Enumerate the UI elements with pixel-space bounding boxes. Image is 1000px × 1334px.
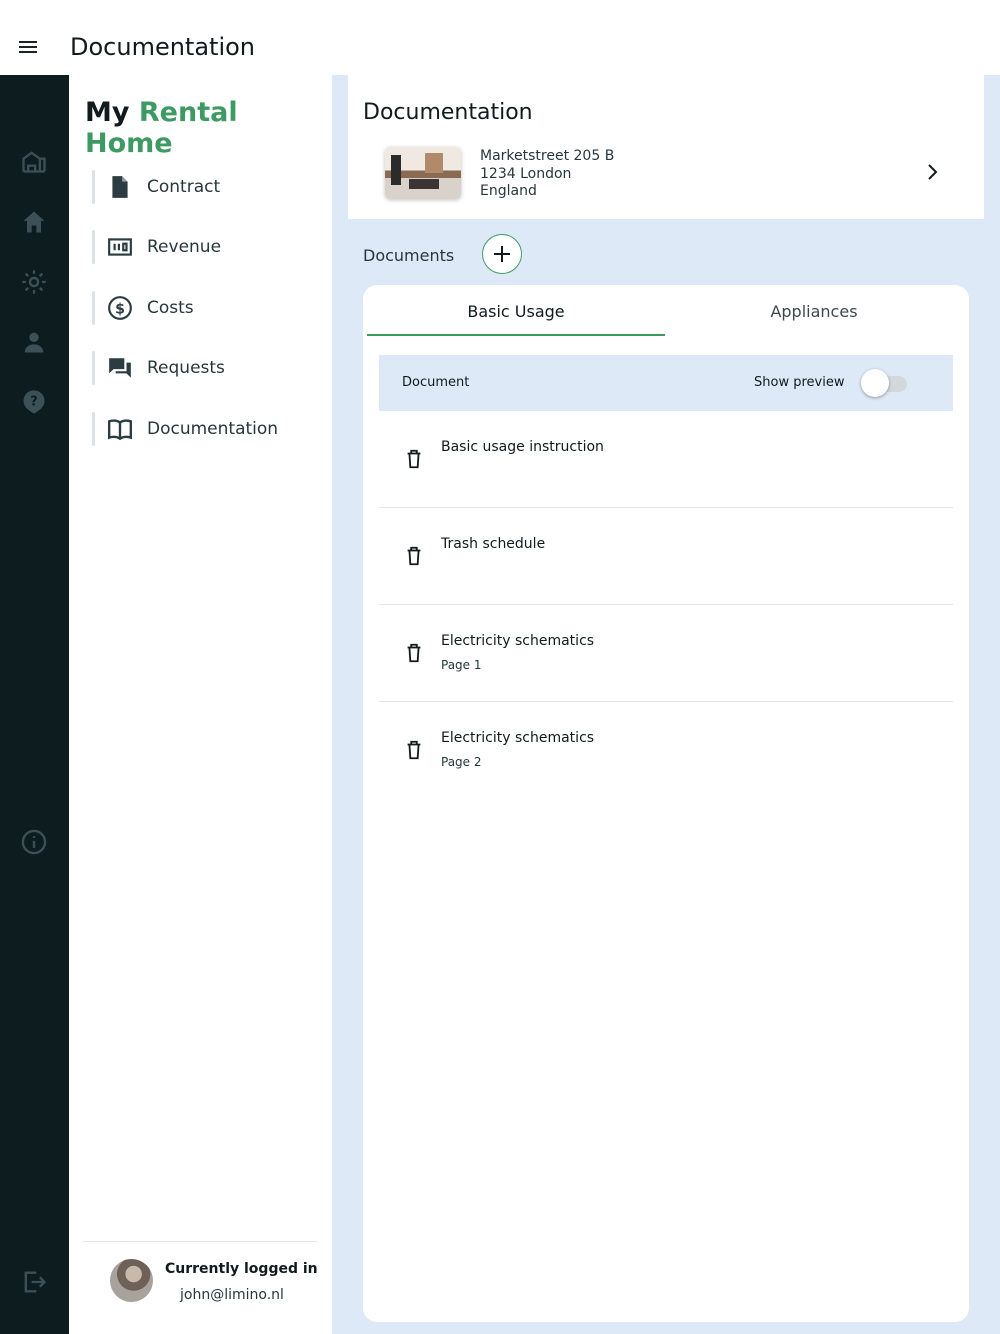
trash-icon[interactable] bbox=[403, 739, 425, 761]
address-line: 1234 London bbox=[480, 165, 572, 182]
address-line: England bbox=[480, 183, 537, 199]
trash-icon[interactable] bbox=[403, 545, 425, 567]
address-line: Marketstreet 205 B bbox=[480, 148, 615, 164]
help-icon[interactable]: ? bbox=[20, 388, 48, 416]
documents-label: Documents bbox=[363, 246, 455, 265]
nav-indicator bbox=[92, 351, 95, 385]
table-header: Document Show preview bbox=[379, 355, 953, 411]
icon-rail: ? bbox=[0, 75, 69, 1334]
list-item[interactable]: Electricity schematics Page 1 bbox=[379, 605, 953, 702]
trash-icon[interactable] bbox=[403, 448, 425, 470]
nav-label: Documentation bbox=[147, 419, 279, 439]
nav-item-documentation[interactable]: Documentation bbox=[92, 412, 312, 446]
nav-indicator bbox=[92, 230, 95, 264]
book-icon bbox=[107, 416, 133, 442]
avatar[interactable] bbox=[110, 1259, 153, 1302]
document-subtitle: Page 2 bbox=[441, 755, 482, 769]
chevron-right-icon[interactable] bbox=[920, 160, 944, 184]
divider bbox=[83, 1241, 317, 1242]
svg-text:?: ? bbox=[30, 395, 37, 410]
top-bar: Documentation bbox=[0, 0, 1000, 75]
document-title: Basic usage instruction bbox=[441, 439, 604, 455]
buildings-icon[interactable] bbox=[20, 147, 48, 175]
list-item[interactable]: Electricity schematics Page 2 bbox=[379, 702, 953, 799]
show-preview-label: Show preview bbox=[754, 375, 845, 390]
brand-title: My Rental Home bbox=[85, 97, 332, 159]
nav-label: Costs bbox=[147, 298, 194, 318]
dollar-circle-icon: $ bbox=[107, 295, 133, 321]
document-subtitle: Page 1 bbox=[441, 658, 482, 672]
nav-label: Contract bbox=[147, 177, 221, 197]
user-email: john@limino.nl bbox=[180, 1287, 284, 1303]
page-title: Documentation bbox=[70, 33, 256, 61]
document-title: Electricity schematics bbox=[441, 730, 595, 746]
nav-label: Revenue bbox=[147, 237, 222, 257]
main-content: Documentation Marketstreet 205 B 1234 Lo… bbox=[332, 75, 1000, 1334]
document-title: Electricity schematics bbox=[441, 633, 595, 649]
property-photo bbox=[385, 147, 461, 199]
home-icon[interactable] bbox=[20, 208, 48, 236]
money-icon bbox=[107, 234, 133, 260]
show-preview-toggle[interactable] bbox=[861, 368, 909, 398]
property-header: Documentation Marketstreet 205 B 1234 Lo… bbox=[348, 75, 984, 219]
svg-text:$: $ bbox=[115, 301, 125, 317]
tab-basic-usage[interactable]: Basic Usage bbox=[367, 285, 665, 336]
nav-item-requests[interactable]: Requests bbox=[92, 351, 312, 385]
documents-card: Basic Usage Appliances Document Show pre… bbox=[363, 285, 969, 1322]
list-item[interactable]: Trash schedule bbox=[379, 508, 953, 605]
trash-icon[interactable] bbox=[403, 642, 425, 664]
nav-label: Requests bbox=[147, 358, 225, 378]
person-icon[interactable] bbox=[20, 328, 48, 356]
document-title: Trash schedule bbox=[441, 536, 546, 552]
property-address: Marketstreet 205 B 1234 London England bbox=[480, 148, 614, 201]
side-navigation: My Rental Home Contract Revenue $ Costs … bbox=[69, 75, 332, 1334]
document-icon bbox=[107, 174, 133, 200]
nav-item-contract[interactable]: Contract bbox=[92, 170, 312, 204]
login-status-label: Currently logged in bbox=[165, 1261, 318, 1277]
section-title: Documentation bbox=[363, 100, 533, 125]
info-icon[interactable] bbox=[20, 828, 48, 856]
logout-icon[interactable] bbox=[20, 1268, 48, 1296]
nav-item-revenue[interactable]: Revenue bbox=[92, 230, 312, 264]
settings-icon[interactable] bbox=[20, 268, 48, 296]
column-document: Document bbox=[402, 375, 470, 390]
nav-item-costs[interactable]: $ Costs bbox=[92, 291, 312, 325]
nav-indicator bbox=[92, 291, 95, 325]
hamburger-menu-icon[interactable] bbox=[14, 34, 42, 62]
brand-prefix: My bbox=[85, 97, 130, 128]
list-item[interactable]: Basic usage instruction bbox=[379, 411, 953, 508]
tab-appliances[interactable]: Appliances bbox=[665, 285, 963, 336]
chat-icon bbox=[107, 355, 133, 381]
nav-indicator bbox=[92, 170, 95, 204]
nav-indicator bbox=[92, 412, 95, 446]
add-document-button[interactable] bbox=[482, 234, 522, 274]
